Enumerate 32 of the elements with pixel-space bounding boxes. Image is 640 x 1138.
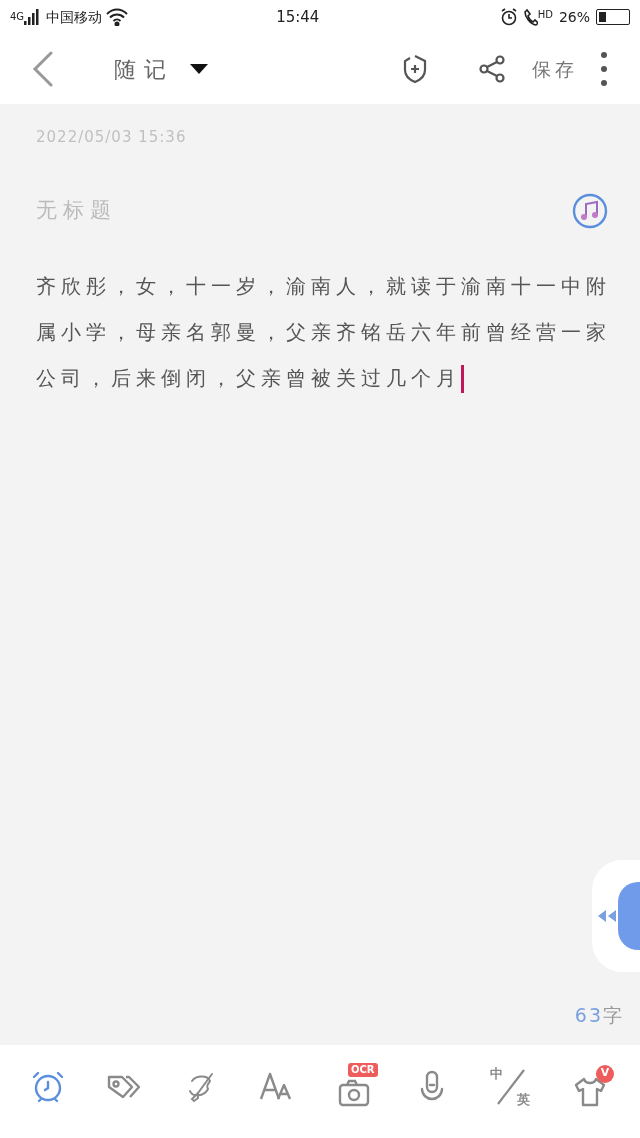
- chinese-english-toggle[interactable]: 中 英: [490, 1066, 530, 1107]
- phone-icon: [523, 8, 538, 26]
- category-dropdown[interactable]: 随记: [114, 52, 208, 86]
- note-body: 齐欣彤，女，十一岁，渝南人，就读于渝南十一中附属小学，母亲名郭曼，父亲齐铭岳六年前曾经营一家公司，后来倒闭，父亲曾被关过几个月: [36, 262, 616, 401]
- signal-icon: [24, 9, 41, 25]
- chinese-label: 中: [490, 1066, 503, 1081]
- vip-badge: V: [596, 1064, 614, 1083]
- text-cursor: [461, 365, 464, 393]
- carrier-name: 中国移动: [46, 7, 103, 27]
- save-button[interactable]: 保存: [532, 54, 578, 84]
- back-icon[interactable]: [32, 51, 54, 87]
- ocr-badge: OCR: [348, 1062, 378, 1077]
- double-left-arrow-icon: [598, 910, 616, 922]
- dropdown-caret-icon: [190, 64, 208, 74]
- word-count: 63: [574, 1002, 603, 1028]
- battery-icon: [596, 9, 630, 25]
- music-note-icon[interactable]: [572, 192, 608, 229]
- battery-percent: 26%: [558, 7, 590, 27]
- shield-plus-icon[interactable]: [402, 54, 428, 84]
- share-icon[interactable]: [478, 55, 506, 83]
- shirt-icon: [574, 1076, 606, 1107]
- more-menu-icon[interactable]: [600, 51, 608, 87]
- hd-label: HD: [537, 7, 553, 22]
- title-input[interactable]: 无标题: [36, 194, 436, 227]
- english-label: 英: [517, 1092, 530, 1107]
- wifi-icon: [106, 8, 129, 26]
- word-unit: 字: [603, 1002, 622, 1028]
- side-panel-handle[interactable]: [592, 860, 640, 972]
- camera-icon: [338, 1078, 370, 1107]
- network-type: 4G: [10, 12, 25, 22]
- alarm-icon: [499, 8, 518, 26]
- clock-time: 15:44: [276, 6, 320, 28]
